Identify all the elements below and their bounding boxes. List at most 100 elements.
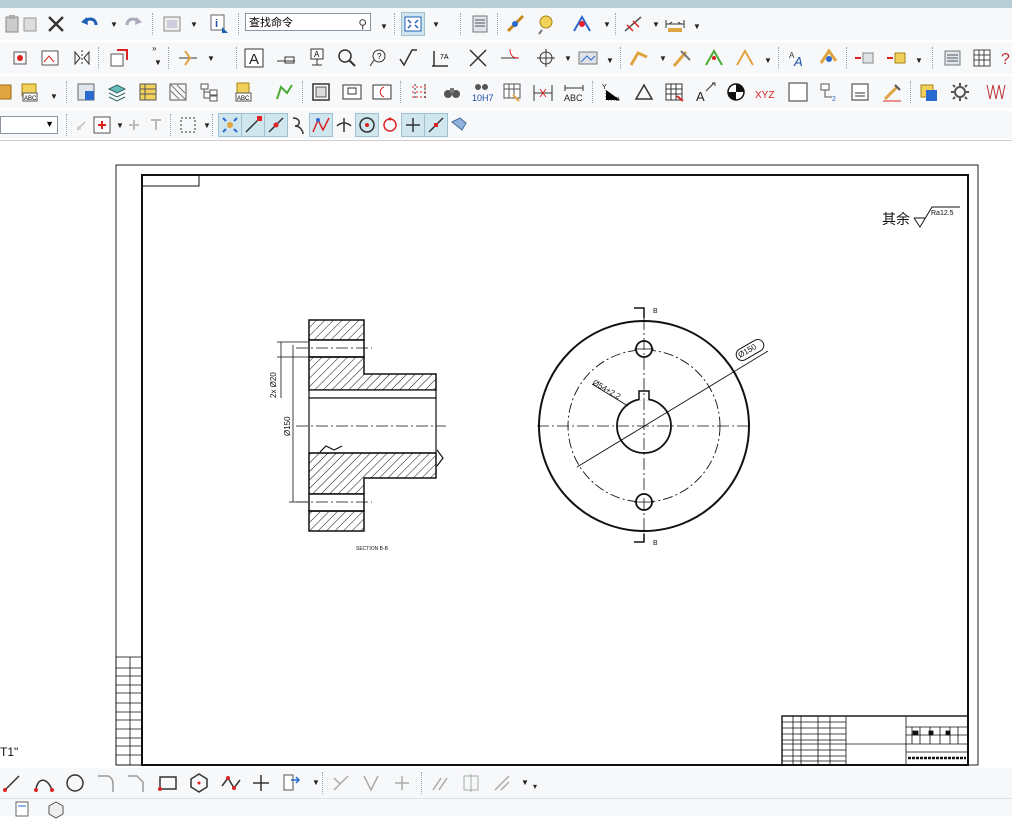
balloon-icon[interactable]: [274, 46, 298, 70]
center-dropdown-icon[interactable]: ▼: [564, 54, 572, 63]
snap-center-icon[interactable]: [355, 113, 379, 137]
snap-ref-icon[interactable]: [124, 113, 148, 137]
snap-icon[interactable]: [570, 12, 594, 36]
surface-icon[interactable]: 2: [817, 80, 841, 104]
block-icon[interactable]: [0, 80, 16, 104]
offset-dropdown-icon[interactable]: ▼: [312, 778, 320, 787]
search-icon[interactable]: ⚲: [358, 15, 367, 33]
block-insert-icon[interactable]: [107, 46, 131, 70]
snap-intersect-icon[interactable]: [309, 113, 333, 137]
bend-dropdown-icon[interactable]: ▼: [659, 54, 667, 63]
parts-list-icon[interactable]: [733, 46, 757, 70]
undo-dropdown-icon[interactable]: ▼: [110, 20, 118, 29]
brush-icon[interactable]: [880, 80, 904, 104]
dimension-dropdown-icon[interactable]: ▼: [652, 20, 660, 29]
drawing-canvas[interactable]: 其余 Ra12.5 2x Ø20 Ø150 SECTION B-B B B Ø1…: [0, 141, 1012, 769]
snap-curve-icon[interactable]: [286, 113, 310, 137]
snap-ref2-icon[interactable]: [146, 113, 170, 137]
note-icon[interactable]: [848, 80, 872, 104]
analysis-icon[interactable]: [534, 12, 558, 36]
detail-icon[interactable]: [340, 80, 364, 104]
snap-point-dropdown-icon[interactable]: ▼: [116, 121, 124, 130]
tree-icon[interactable]: [197, 80, 221, 104]
hatch-icon[interactable]: [576, 46, 600, 70]
trim-icon[interactable]: [498, 46, 522, 70]
text-icon[interactable]: A: [242, 46, 266, 70]
constraint-icon[interactable]: [459, 771, 483, 795]
ruler-dropdown-icon[interactable]: ▼: [693, 22, 701, 31]
view-dropdown-icon[interactable]: ▼: [190, 20, 198, 29]
more-dropdown-icon[interactable]: ▼: [154, 58, 162, 67]
view-icon[interactable]: [160, 12, 184, 36]
break-icon[interactable]: [176, 46, 200, 70]
help-icon[interactable]: ?: [998, 46, 1012, 70]
dimension-style-icon[interactable]: [8, 46, 32, 70]
cross-icon[interactable]: [466, 46, 490, 70]
selection-dropdown-icon[interactable]: ▼: [203, 121, 211, 130]
snap-point-on-icon[interactable]: [401, 113, 425, 137]
copy-icon[interactable]: [18, 12, 42, 36]
chamfer-icon[interactable]: [124, 771, 148, 795]
pattern-icon[interactable]: [166, 80, 190, 104]
info-icon[interactable]: i: [207, 12, 231, 36]
sketch-icon[interactable]: ?: [366, 46, 390, 70]
snap-perp-icon[interactable]: [332, 113, 356, 137]
arc-icon[interactable]: [32, 771, 56, 795]
line-icon[interactable]: [0, 771, 24, 795]
triangle-icon[interactable]: [632, 80, 656, 104]
parallel-icon[interactable]: [428, 771, 452, 795]
binoculars-icon[interactable]: [440, 80, 464, 104]
parts-dropdown-icon[interactable]: ▼: [764, 56, 772, 65]
snap-point-icon[interactable]: [90, 113, 114, 137]
abc-dropdown-icon[interactable]: ▼: [50, 92, 58, 101]
undo-icon[interactable]: [78, 12, 102, 36]
snap-midpoint-icon[interactable]: [264, 113, 288, 137]
roughness-icon[interactable]: [396, 46, 420, 70]
split-icon[interactable]: [390, 771, 414, 795]
snap-settings-icon[interactable]: [447, 113, 471, 137]
circle-icon[interactable]: [63, 771, 87, 795]
trim-curve-icon[interactable]: [329, 771, 353, 795]
leader-icon[interactable]: A: [694, 80, 718, 104]
linear-dim-icon[interactable]: [531, 80, 555, 104]
rectangle-icon[interactable]: [156, 771, 180, 795]
ruler-icon[interactable]: [663, 12, 687, 36]
hatch-dropdown-icon[interactable]: ▼: [606, 56, 614, 65]
annotate-icon[interactable]: [670, 46, 694, 70]
datum-feature-icon[interactable]: A: [305, 46, 329, 70]
part-info-icon[interactable]: [917, 80, 941, 104]
dimension-sketch-icon[interactable]: [490, 771, 514, 795]
image-icon[interactable]: [38, 46, 62, 70]
sheet-icon[interactable]: [136, 80, 160, 104]
snap-tangent-icon[interactable]: [424, 113, 448, 137]
gear-icon[interactable]: [948, 80, 972, 104]
centroid-icon[interactable]: [724, 80, 748, 104]
search-dropdown-icon[interactable]: ▼: [380, 22, 388, 31]
model-tab-icon[interactable]: [44, 797, 68, 821]
constraint-dropdown-icon[interactable]: ▼: [521, 778, 529, 787]
crosshatch-icon[interactable]: [408, 80, 432, 104]
abc-block-icon[interactable]: ABC: [18, 80, 42, 104]
copy-object-icon[interactable]: [884, 46, 908, 70]
style-icon[interactable]: AA: [786, 46, 810, 70]
datum-icon[interactable]: [500, 80, 524, 104]
selection-box-icon[interactable]: [176, 113, 200, 137]
snap-all-icon[interactable]: [218, 113, 242, 137]
mirror-icon[interactable]: [70, 46, 94, 70]
tolerance-icon[interactable]: 10H7: [470, 80, 494, 104]
more-icon[interactable]: »: [152, 44, 156, 53]
layer-select[interactable]: ▼: [0, 116, 58, 134]
center-icon[interactable]: [534, 46, 558, 70]
weld-icon[interactable]: 7A: [428, 46, 452, 70]
table-icon[interactable]: [970, 46, 994, 70]
text-style-icon[interactable]: [816, 46, 840, 70]
snap-quadrant-icon[interactable]: [378, 113, 402, 137]
layer-manager-icon[interactable]: [74, 80, 98, 104]
spline-icon[interactable]: [219, 771, 243, 795]
offset-icon[interactable]: [280, 771, 304, 795]
frame-icon[interactable]: [309, 80, 333, 104]
sheet-tab-icon[interactable]: [10, 797, 34, 821]
bend-icon[interactable]: [627, 46, 651, 70]
layer-icon[interactable]: [468, 12, 492, 36]
polygon-icon[interactable]: [187, 771, 211, 795]
